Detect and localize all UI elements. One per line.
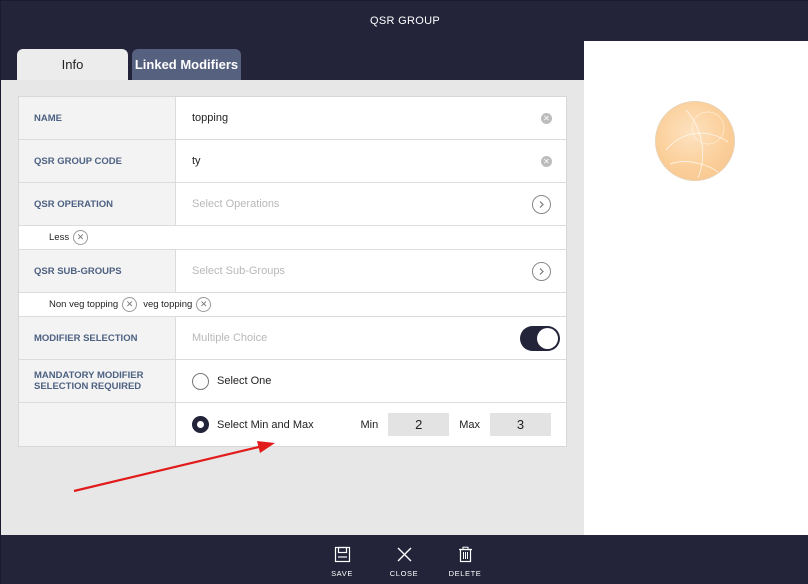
operation-select[interactable]: Select Operations: [176, 183, 566, 225]
close-icon: [396, 543, 413, 565]
tab-linked-modifiers[interactable]: Linked Modifiers: [132, 49, 241, 80]
chip-label: veg topping: [143, 299, 193, 310]
group-avatar[interactable]: [655, 101, 735, 181]
chevron-right-icon[interactable]: [532, 195, 551, 214]
multiple-choice-toggle[interactable]: [520, 326, 560, 351]
sub-groups-placeholder: Select Sub-Groups: [192, 265, 285, 277]
group-code-label: QSR GROUP CODE: [19, 140, 176, 182]
name-label: NAME: [19, 97, 176, 139]
group-code-input[interactable]: ty ✕: [176, 140, 566, 182]
sub-groups-label: QSR SUB-GROUPS: [19, 250, 176, 292]
tab-info[interactable]: Info: [17, 49, 128, 80]
min-label: Min: [360, 418, 379, 431]
name-row: NAME topping ✕: [19, 97, 566, 140]
mandatory-label: MANDATORY MODIFIER SELECTION REQUIRED: [19, 360, 176, 402]
select-one-label: Select One: [217, 375, 272, 387]
save-button[interactable]: SAVE: [317, 543, 367, 581]
name-input[interactable]: topping ✕: [176, 97, 566, 139]
modifier-selection-placeholder: Multiple Choice: [192, 332, 268, 344]
chip-less: Less ✕: [49, 230, 89, 245]
trash-icon: [457, 543, 474, 565]
delete-label: DELETE: [448, 569, 482, 578]
close-button[interactable]: CLOSE: [379, 543, 429, 581]
mandatory-row: MANDATORY MODIFIER SELECTION REQUIRED Se…: [19, 360, 566, 403]
select-one-option[interactable]: Select One: [176, 360, 566, 402]
chip-label: Non veg topping: [49, 299, 119, 310]
group-code-row: QSR GROUP CODE ty ✕: [19, 140, 566, 183]
chevron-right-icon[interactable]: [532, 262, 551, 281]
info-panel: NAME topping ✕ QSR GROUP CODE ty ✕ QSR O…: [1, 80, 584, 535]
save-icon: [334, 543, 351, 565]
preview-pane: [584, 41, 808, 535]
footer-toolbar: SAVE CLOSE DELETE: [1, 535, 808, 584]
window-title: QSR GROUP: [1, 1, 808, 41]
clear-group-code-icon[interactable]: ✕: [541, 156, 552, 167]
min-input[interactable]: 2: [388, 413, 450, 436]
chip-label: Less: [49, 232, 70, 243]
max-label: Max: [459, 418, 480, 431]
toggle-knob: [537, 328, 558, 349]
sub-group-chips: Non veg topping ✕ veg topping ✕: [19, 293, 566, 317]
name-value: topping: [192, 112, 229, 124]
minmax-row: Select Min and Max Min 2 Max 3: [19, 403, 566, 446]
max-input[interactable]: 3: [490, 413, 551, 436]
select-minmax-label: Select Min and Max: [217, 418, 314, 431]
remove-chip-icon[interactable]: ✕: [122, 297, 138, 312]
modifier-selection-label: MODIFIER SELECTION: [19, 317, 176, 359]
sub-groups-row: QSR SUB-GROUPS Select Sub-Groups: [19, 250, 566, 293]
delete-button[interactable]: DELETE: [440, 543, 490, 581]
radio-select-min-max[interactable]: [192, 416, 209, 433]
min-max-fields: Min 2 Max 3: [360, 413, 551, 436]
close-label: CLOSE: [389, 569, 419, 578]
qsr-group-form: NAME topping ✕ QSR GROUP CODE ty ✕ QSR O…: [18, 96, 567, 447]
operation-label: QSR OPERATION: [19, 183, 176, 225]
chip-veg-topping: veg topping ✕: [143, 297, 212, 312]
sub-groups-select[interactable]: Select Sub-Groups: [176, 250, 566, 292]
operation-placeholder: Select Operations: [192, 198, 280, 210]
remove-chip-icon[interactable]: ✕: [73, 230, 89, 245]
chip-non-veg-topping: Non veg topping ✕: [49, 297, 138, 312]
app-window: QSR GROUP Info Linked Modifiers NAME top…: [0, 0, 808, 584]
tab-bar: Info Linked Modifiers: [1, 41, 584, 80]
modifier-selection-row: MODIFIER SELECTION Multiple Choice: [19, 317, 566, 360]
minmax-label-cell: [19, 403, 176, 446]
save-label: SAVE: [331, 569, 353, 578]
operation-chips: Less ✕: [19, 226, 566, 250]
operation-row: QSR OPERATION Select Operations: [19, 183, 566, 226]
modifier-selection-field: Multiple Choice: [176, 317, 566, 359]
clear-name-icon[interactable]: ✕: [541, 113, 552, 124]
radio-select-one[interactable]: [192, 372, 209, 390]
group-code-value: ty: [192, 155, 201, 167]
select-minmax-option[interactable]: Select Min and Max Min 2 Max 3: [176, 403, 566, 446]
remove-chip-icon[interactable]: ✕: [196, 297, 212, 312]
radio-dot: [197, 421, 204, 428]
